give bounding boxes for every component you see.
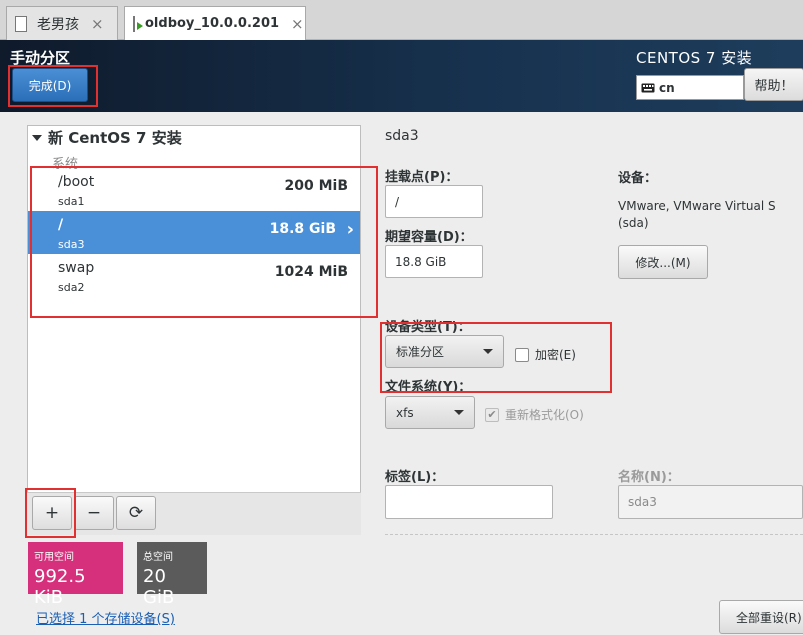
vm-running-icon [133, 15, 143, 32]
device-description: VMware, VMware Virtual S (sda) [618, 198, 798, 232]
close-icon[interactable]: × [91, 15, 104, 33]
install-expander[interactable]: 新 CentOS 7 安装 [32, 127, 182, 148]
partition-mount: / [58, 217, 64, 233]
total-space-value: 20 GiB [143, 566, 175, 608]
filesystem-value: xfs [396, 405, 414, 420]
available-space-box: 可用空间 992.5 KiB [28, 542, 123, 608]
chevron-right-icon: › [346, 219, 354, 240]
name-label: 名称(N)： [618, 470, 680, 485]
selected-partition-title: sda3 [385, 128, 419, 144]
capacity-input[interactable]: 18.8 GiB [385, 245, 483, 278]
mount-point-input[interactable]: / [385, 185, 483, 218]
partition-device: sda3 [58, 238, 85, 251]
expander-triangle-icon [32, 134, 42, 141]
remove-partition-button[interactable]: − [74, 496, 114, 530]
keyboard-layout-indicator[interactable]: cn [636, 75, 744, 100]
close-icon[interactable]: × [291, 15, 304, 33]
encrypt-checkbox[interactable]: 加密(E) [515, 346, 576, 363]
dropdown-arrow-icon [483, 349, 493, 354]
check-icon: ✔ [485, 407, 499, 422]
partition-device: sda2 [58, 281, 85, 294]
filesystem-select[interactable]: xfs [385, 396, 475, 429]
help-button[interactable]: 帮助！ [744, 68, 803, 101]
partition-size: 1024 MiB [274, 264, 348, 280]
reformat-label: 重新格式化(O) [505, 408, 584, 422]
done-button[interactable]: 完成(D) [12, 68, 88, 102]
available-space-label: 可用空间 [34, 552, 74, 563]
device-type-select[interactable]: 标准分区 [385, 335, 504, 368]
add-partition-button[interactable]: + [32, 496, 72, 530]
tab-oldboy[interactable]: oldboy_10.0.0.201 × [124, 6, 306, 40]
reset-all-button[interactable]: 全部重设(R) [719, 600, 803, 634]
dropdown-arrow-icon [454, 410, 464, 415]
product-title: CENTOS 7 安装 [636, 49, 753, 67]
page-icon [15, 15, 27, 32]
tag-label: 标签(L)： [385, 470, 445, 485]
refresh-button[interactable]: ⟳ [116, 496, 156, 530]
partition-row-root[interactable]: / sda3 18.8 GiB › [28, 211, 360, 254]
mount-point-label: 挂载点(P)： [385, 170, 459, 185]
device-type-label: 设备类型(T)： [385, 320, 471, 335]
partition-mount: swap [58, 260, 95, 276]
tab-bar [0, 0, 803, 40]
keyboard-icon [641, 83, 655, 92]
encrypt-label: 加密(E) [535, 348, 576, 362]
tab-label: 老男孩 [37, 16, 79, 33]
modify-device-button[interactable]: 修改...(M) [618, 245, 708, 279]
partition-row-swap[interactable]: swap sda2 1024 MiB [28, 254, 360, 297]
divider [385, 534, 803, 535]
install-title: 新 CentOS 7 安装 [48, 129, 182, 147]
filesystem-label: 文件系统(Y)： [385, 380, 472, 395]
keyboard-layout-text: cn [659, 80, 675, 95]
partition-size: 200 MiB [284, 178, 349, 194]
partition-device: sda1 [58, 195, 85, 208]
checkbox-box [515, 347, 529, 362]
partition-mount: /boot [58, 174, 95, 190]
page-title: 手动分区 [10, 49, 71, 67]
tab-laonanhai[interactable]: 老男孩 × [6, 6, 118, 40]
total-space-box: 总空间 20 GiB [137, 542, 207, 608]
device-label: 设备： [618, 171, 658, 186]
partition-row-boot[interactable]: /boot sda1 200 MiB [28, 168, 360, 211]
available-space-value: 992.5 KiB [34, 566, 86, 608]
total-space-label: 总空间 [143, 552, 173, 563]
name-input[interactable]: sda3 [618, 485, 803, 519]
selected-storage-link[interactable]: 已选择 1 个存储设备(S) [36, 608, 175, 627]
device-id: (sda) [618, 216, 649, 230]
partition-size: 18.8 GiB [269, 221, 336, 237]
tag-input[interactable] [385, 485, 553, 519]
tab-label: oldboy_10.0.0.201 [145, 16, 280, 31]
capacity-label: 期望容量(D)： [385, 230, 473, 245]
device-type-value: 标准分区 [396, 345, 445, 359]
device-name: VMware, VMware Virtual S [618, 199, 776, 213]
reformat-checkbox[interactable]: ✔ 重新格式化(O) [485, 406, 584, 423]
